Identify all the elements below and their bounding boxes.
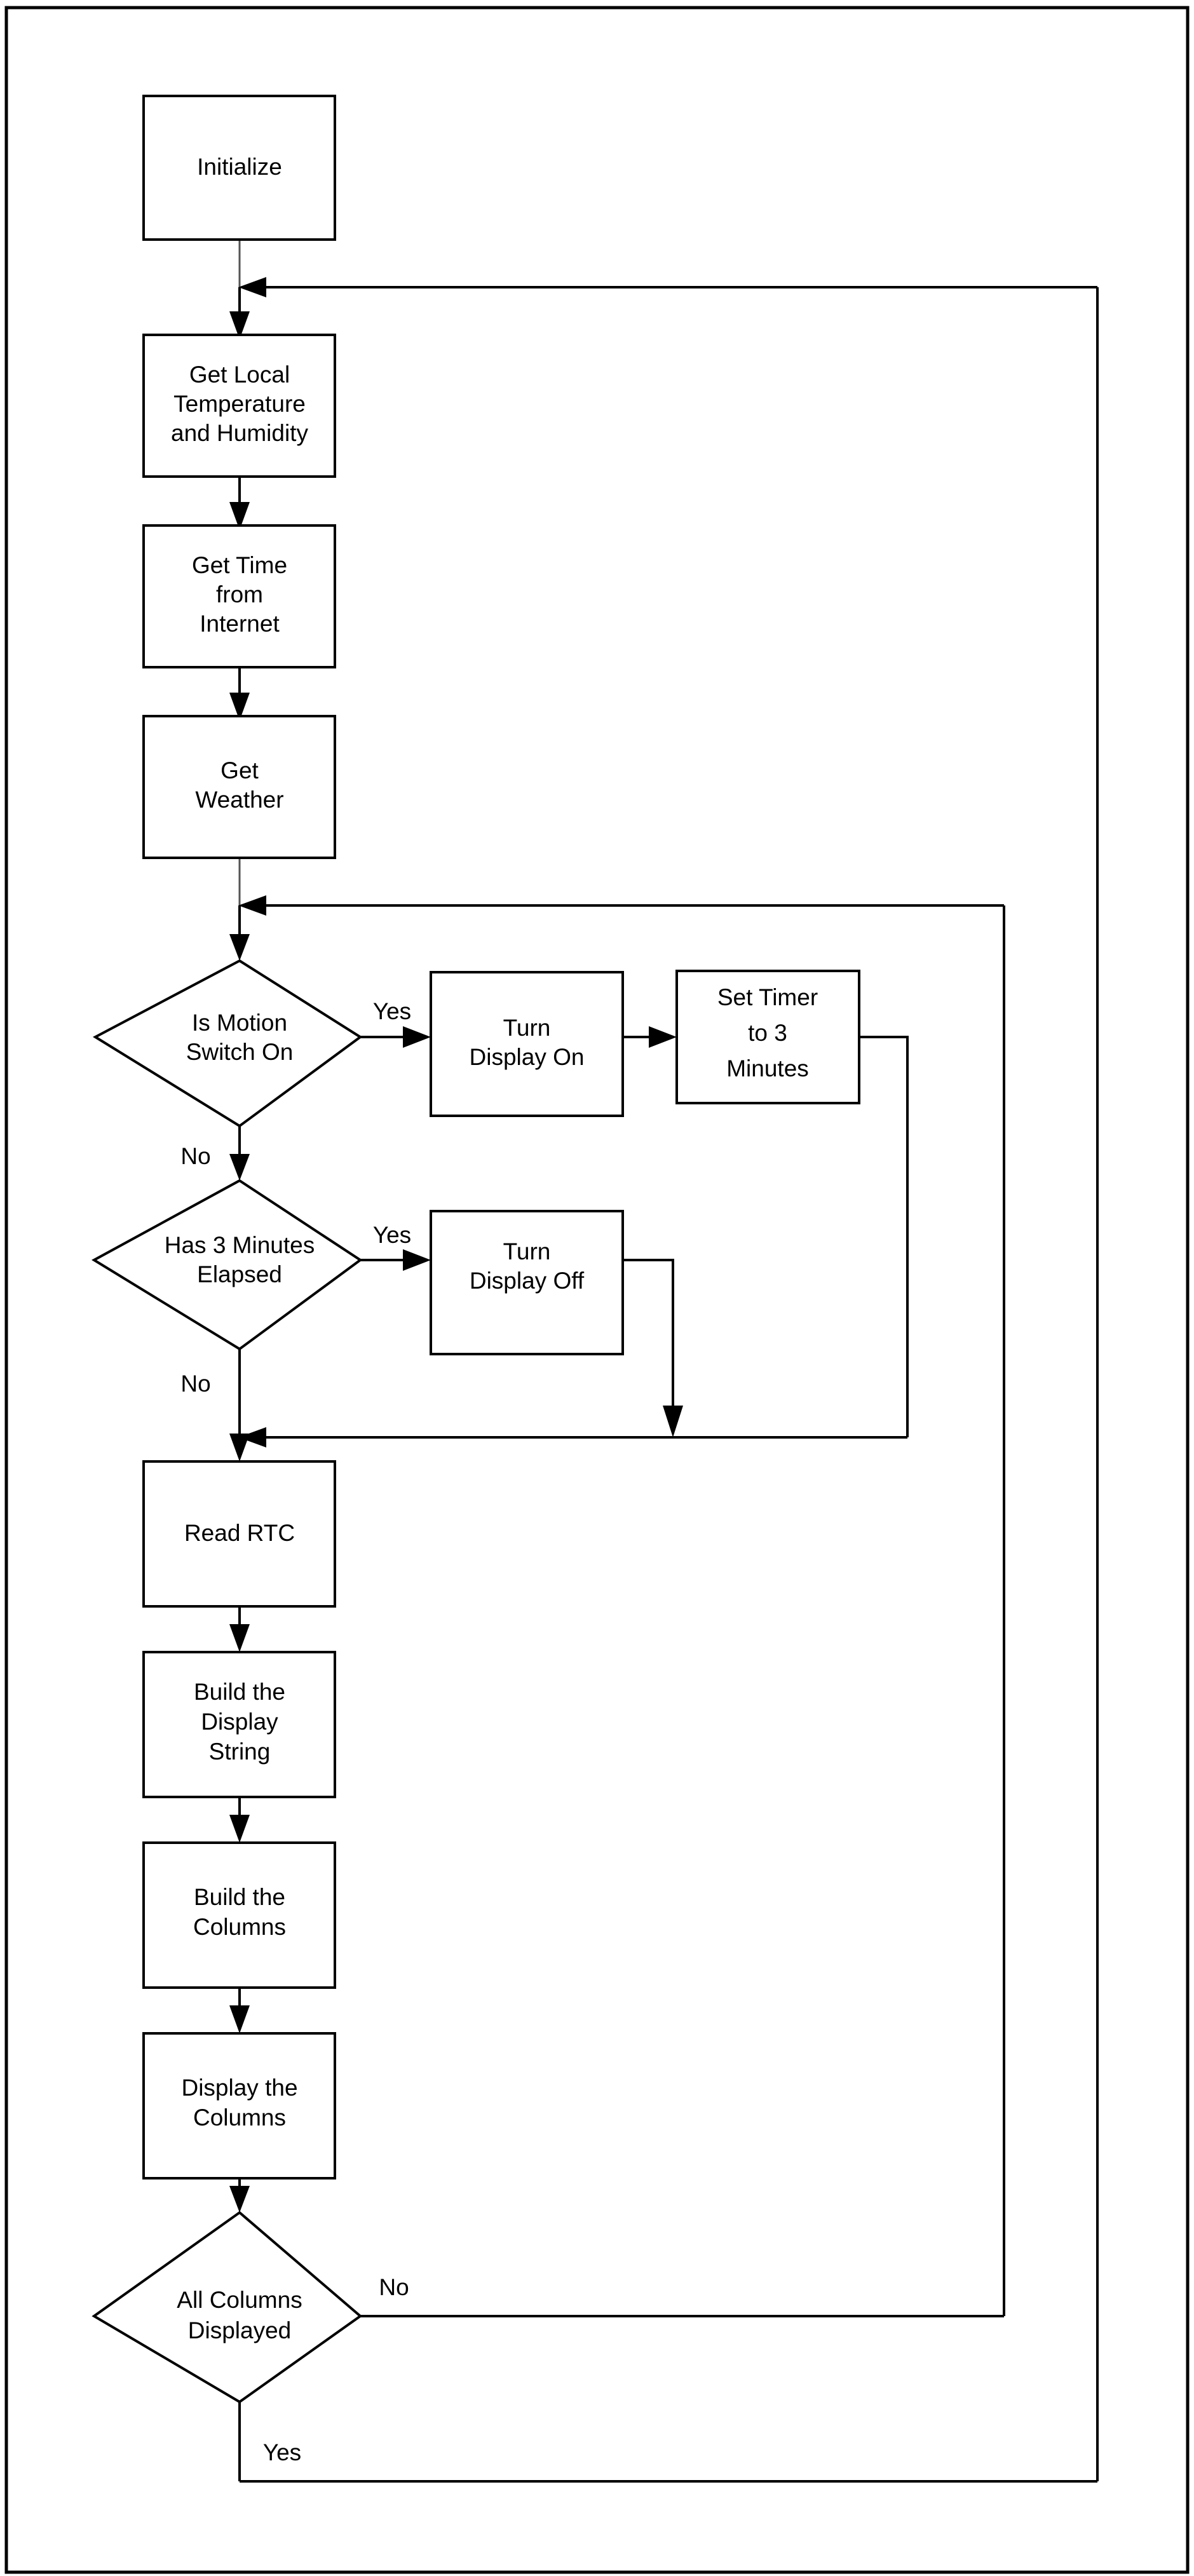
node-get-weather-line-0: Get	[220, 757, 259, 783]
node-get-weather[interactable]: Get Weather	[142, 715, 336, 859]
node-get-time-line-2: Internet	[200, 611, 280, 637]
node-display-on[interactable]: Turn Display On	[430, 971, 624, 1117]
node-display-columns-line-1: Columns	[193, 2105, 286, 2131]
node-get-time[interactable]: Get Time from Internet	[142, 524, 336, 668]
edge-label-columns-yes: Yes	[263, 2439, 301, 2465]
flowchart-svg: Initialize Get Local Temperature and Hum…	[4, 6, 1190, 2574]
arrowhead-set-timer	[649, 1026, 677, 1048]
edge-label-elapsed-no: No	[180, 1371, 210, 1397]
node-has-3-min[interactable]: Has 3 Minutes Elapsed	[92, 1179, 363, 1351]
node-set-timer-line-1: to 3	[748, 1020, 787, 1046]
edge-display-off-return	[623, 1259, 674, 1409]
node-is-motion[interactable]: Is Motion Switch On	[92, 959, 363, 1128]
node-display-columns-line-0: Display the	[181, 2075, 297, 2101]
node-initialize-line-0: Initialize	[197, 154, 282, 180]
edge-set-timer-return	[859, 1036, 909, 1437]
node-has-3-min-line-0: Has 3 Minutes	[165, 1232, 315, 1258]
flowchart-canvas: Initialize Get Local Temperature and Hum…	[0, 0, 1194, 2576]
node-build-columns[interactable]: Build the Columns	[142, 1841, 336, 1989]
arrowhead-build-columns	[229, 1815, 250, 1843]
arrowhead-is-motion	[229, 934, 250, 961]
arrowhead-display-off-return	[663, 1406, 683, 1437]
arrowhead-has-3-min	[229, 1154, 250, 1181]
node-all-displayed-line-0: All Columns	[177, 2287, 302, 2313]
node-display-on-line-0: Turn	[503, 1015, 551, 1041]
node-all-displayed-line-1: Displayed	[188, 2317, 291, 2343]
arrowhead-inner-loop	[238, 895, 266, 916]
arrowhead-build-string	[229, 1624, 250, 1652]
node-build-string-line-1: Display	[201, 1709, 278, 1735]
edge-label-motion-yes: Yes	[373, 998, 411, 1024]
node-display-off-line-0: Turn	[503, 1238, 551, 1264]
arrowhead-read-rtc	[229, 1434, 250, 1461]
node-read-rtc-line-0: Read RTC	[184, 1520, 295, 1546]
node-has-3-min-line-1: Elapsed	[197, 1261, 282, 1287]
edge-label-columns-no: No	[379, 2274, 409, 2300]
node-set-timer-line-0: Set Timer	[717, 984, 818, 1010]
node-display-off-line-1: Display Off	[470, 1268, 585, 1294]
edge-label-motion-no: No	[180, 1143, 210, 1169]
node-display-off[interactable]: Turn Display Off	[430, 1210, 624, 1355]
node-build-columns-line-0: Build the	[194, 1884, 285, 1910]
arrowhead-display-on	[403, 1026, 431, 1048]
node-initialize[interactable]: Initialize	[142, 95, 336, 241]
arrowhead-display-off	[403, 1249, 431, 1271]
arrowhead-all-displayed	[229, 2186, 250, 2213]
node-get-time-line-1: from	[216, 581, 263, 607]
node-get-time-line-0: Get Time	[192, 552, 287, 578]
node-read-rtc[interactable]: Read RTC	[142, 1460, 336, 1608]
node-build-string[interactable]: Build the Display String	[142, 1651, 336, 1798]
edge-label-elapsed-yes: Yes	[373, 1222, 411, 1248]
node-build-columns-line-1: Columns	[193, 1914, 286, 1940]
node-display-columns[interactable]: Display the Columns	[142, 2032, 336, 2179]
node-get-local-th[interactable]: Get Local Temperature and Humidity	[142, 334, 336, 478]
arrowhead-outer-loop	[238, 277, 266, 297]
node-set-timer-line-2: Minutes	[726, 1055, 809, 1081]
arrowhead-display-columns	[229, 2005, 250, 2033]
node-all-displayed[interactable]: All Columns Displayed	[92, 2211, 363, 2404]
node-get-weather-line-1: Weather	[195, 787, 283, 813]
node-get-local-th-line-2: and Humidity	[171, 420, 308, 446]
node-display-on-line-1: Display On	[470, 1044, 585, 1070]
node-is-motion-line-1: Switch On	[186, 1039, 294, 1065]
node-is-motion-line-0: Is Motion	[192, 1010, 287, 1036]
node-build-string-line-2: String	[209, 1739, 271, 1765]
node-get-local-th-line-1: Temperature	[173, 391, 306, 417]
node-build-string-line-0: Build the	[194, 1679, 285, 1705]
node-set-timer[interactable]: Set Timer to 3 Minutes	[675, 970, 860, 1104]
node-get-local-th-line-0: Get Local	[189, 362, 290, 388]
